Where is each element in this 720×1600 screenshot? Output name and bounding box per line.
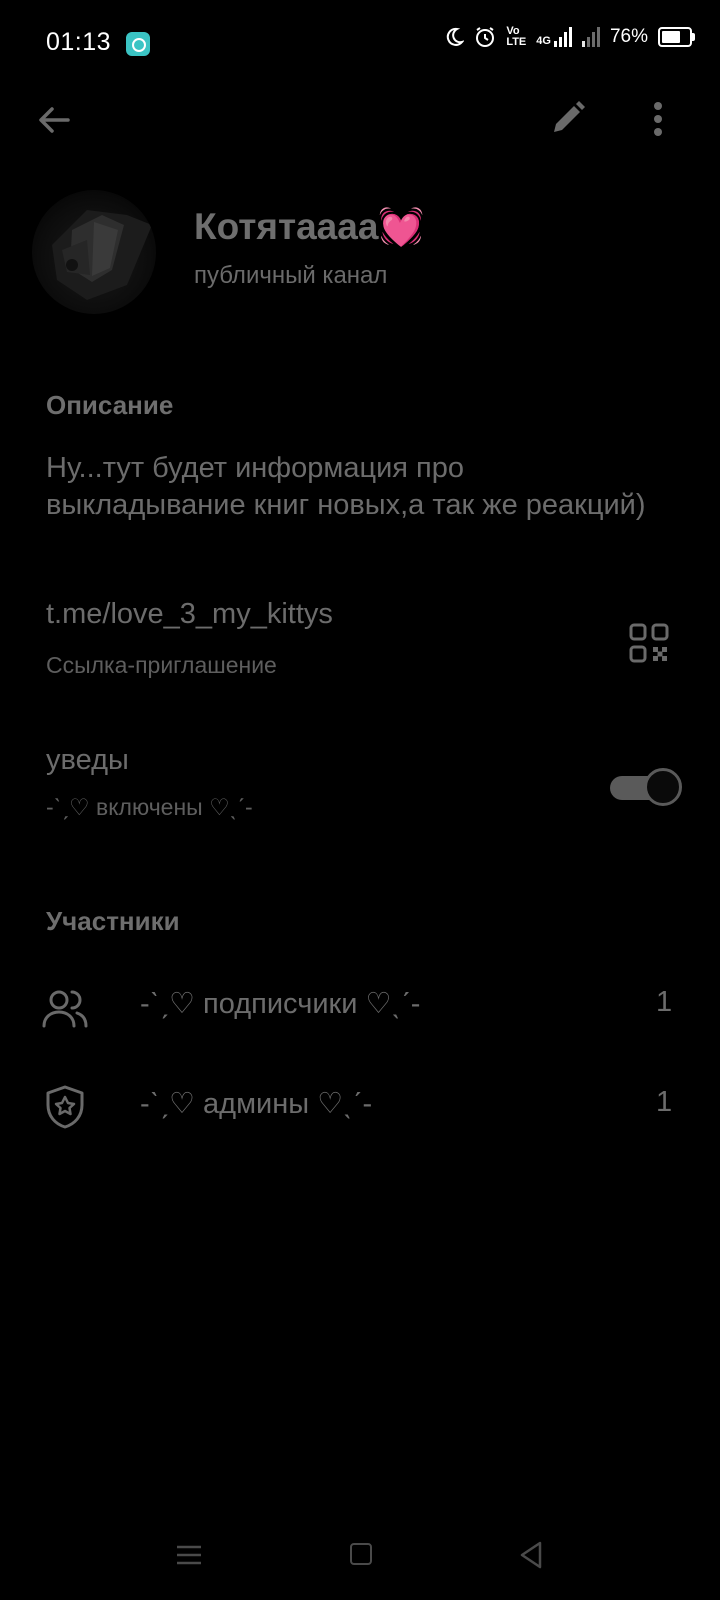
- qr-code-icon[interactable]: [628, 622, 670, 664]
- battery-percent: 76%: [609, 26, 648, 47]
- volte-icon: Vo LTE: [506, 26, 526, 48]
- signal-icon-2: [581, 27, 600, 47]
- back-nav-button[interactable]: [518, 1540, 544, 1570]
- admins-row[interactable]: -ˋˏ♡ админы ♡ˎˊ- 1: [0, 1056, 720, 1156]
- admins-label: -ˋˏ♡ админы ♡ˎˊ-: [140, 1088, 373, 1120]
- avatar[interactable]: [32, 190, 156, 314]
- app-notification-icon: [126, 32, 150, 56]
- invite-link-label: Ссылка-приглашение: [46, 652, 277, 678]
- volte-bottom: LTE: [506, 36, 527, 48]
- more-vertical-icon[interactable]: [650, 100, 666, 140]
- avatar-book-image: [52, 210, 152, 300]
- subscribers-label: -ˋˏ♡ подписчики ♡ˎˊ-: [140, 988, 421, 1020]
- pencil-icon[interactable]: [550, 100, 586, 136]
- channel-type: публичный канал: [194, 262, 388, 289]
- notifications-toggle[interactable]: [610, 766, 682, 806]
- toggle-knob: [644, 768, 682, 806]
- status-icons: Vo LTE 4G 76%: [444, 26, 695, 48]
- invite-link[interactable]: t.me/love_3_my_kittys: [46, 598, 333, 631]
- notifications-status: -ˋˏ♡ включены ♡ˎˊ-: [46, 794, 253, 820]
- shield-star-icon: [46, 1085, 84, 1129]
- signal-icon: [553, 27, 572, 47]
- recent-apps-button[interactable]: [176, 1544, 202, 1566]
- people-icon: [42, 990, 88, 1028]
- home-button[interactable]: [350, 1543, 372, 1565]
- subscribers-row[interactable]: -ˋˏ♡ подписчики ♡ˎˊ- 1: [0, 956, 720, 1056]
- moon-icon: [447, 27, 465, 46]
- arrow-left-icon[interactable]: [34, 100, 74, 140]
- admins-count: 1: [656, 1086, 673, 1118]
- network-4g: 4G: [536, 27, 572, 47]
- subscribers-count: 1: [656, 986, 673, 1018]
- network-type: 4G: [536, 35, 551, 47]
- description-text[interactable]: Ну...тут будет информация про выкладыван…: [46, 450, 646, 524]
- alarm-icon: [476, 27, 495, 47]
- members-title: Участники: [46, 906, 180, 936]
- battery-icon: [658, 27, 695, 47]
- status-time: 01:13: [46, 28, 112, 56]
- channel-title: Котятаааа💓: [194, 206, 425, 247]
- notifications-title: уведы: [46, 744, 129, 776]
- description-title: Описание: [46, 390, 174, 420]
